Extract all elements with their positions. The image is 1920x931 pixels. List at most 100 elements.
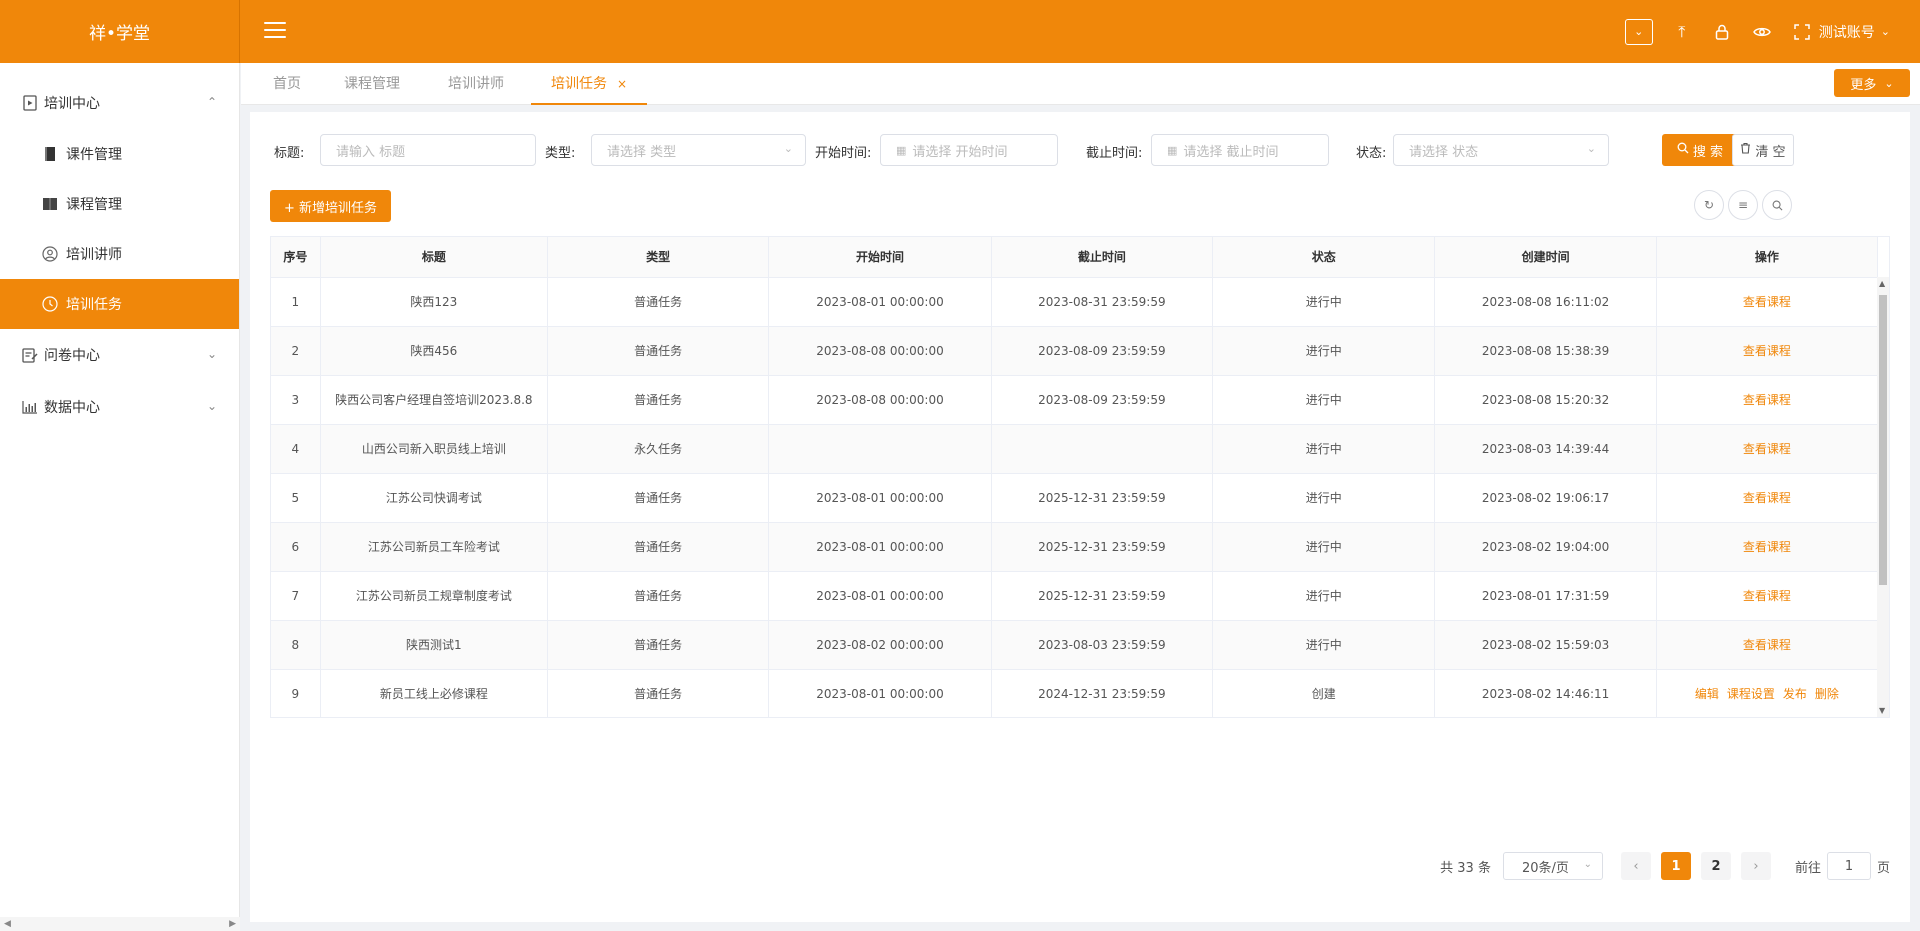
created-time: 2023-08-02 15:59:03 [1434,620,1657,670]
scroll-down-icon[interactable]: ▼ [1879,706,1885,715]
account-name: 测试账号 [1818,24,1875,41]
sidebar-group-label: 培训中心 [44,96,100,112]
view-course-link[interactable]: 查看课程 [1743,589,1791,603]
training-task-table: 序号 标题 类型 开始时间 截止时间 状态 创建时间 操作 1 陕西123 普通任务… [270,236,1890,718]
view-course-link[interactable]: 查看课程 [1743,393,1791,407]
row-number: 9 [271,669,321,717]
tab-label: 培训任务 [551,76,607,92]
course-settings-link[interactable]: 课程设置 [1727,685,1775,702]
publish-link[interactable]: 发布 [1783,685,1807,702]
column-header: 类型 [547,237,770,278]
type-select[interactable]: 请选择 类型 ⌄ [591,134,806,166]
edit-link[interactable]: 编辑 [1695,685,1719,702]
refresh-icon[interactable]: ↻ [1694,190,1724,220]
scroll-left-icon[interactable]: ◀ [4,919,11,929]
created-time: 2023-08-08 15:38:39 [1434,326,1657,376]
view-course-link[interactable]: 查看课程 [1743,540,1791,554]
scroll-right-icon[interactable]: ▶ [229,919,236,929]
view-course-link[interactable]: 查看课程 [1743,638,1791,652]
end-time: 2023-08-31 23:59:59 [991,277,1213,327]
task-status: 进行中 [1212,473,1436,523]
created-time: 2023-08-02 14:46:11 [1434,669,1657,717]
task-status: 进行中 [1212,620,1436,670]
tab-lecturer[interactable]: 培训讲师 [448,63,504,105]
tabs-bar: 首页 课程管理 培训讲师 培训任务 × 更多 ⌄ [241,63,1920,105]
table-row: 2 陕西456 普通任务 2023-08-08 00:00:00 2023-08-09 … [271,326,1879,376]
top-bar: 祥•学堂 ⌄ ⤒ 测试账号 ⌄ [0,0,1920,63]
page-size-value: 20条/页 [1521,860,1569,876]
row-actions: 查看课程 [1656,473,1879,523]
upload-icon[interactable]: ⤒ [1671,21,1693,43]
tab-training-task[interactable]: 培训任务 × [531,63,648,105]
prev-page-button[interactable]: ‹ [1620,852,1651,880]
app-logo: 祥•学堂 [0,0,240,63]
view-course-link[interactable]: 查看课程 [1743,295,1791,309]
sidebar-group-training[interactable]: 培训中心 ⌃ [0,77,239,129]
tab-home[interactable]: 首页 [273,63,301,105]
page-size-select[interactable]: 20条/页 ⌄ [1502,852,1603,880]
search-button[interactable]: 搜 索 [1662,134,1738,166]
sidebar-item-course[interactable]: 课程管理 [0,179,239,229]
end-time: 2025-12-31 23:59:59 [991,522,1213,572]
close-icon[interactable]: × [617,77,627,91]
fullscreen-icon[interactable] [1791,21,1813,43]
view-course-link[interactable]: 查看课程 [1743,344,1791,358]
end-time-picker[interactable]: ▦ 请选择 截止时间 [1151,134,1329,166]
title-input[interactable]: 请输入 标题 [320,134,536,166]
tab-course-management[interactable]: 课程管理 [344,63,400,105]
scrollbar-thumb[interactable] [1879,295,1887,585]
toggle-search-icon[interactable] [1762,190,1792,220]
sidebar-item-training-task[interactable]: 培训任务 [0,279,239,329]
row-actions: 编辑 课程设置 发布 删除 [1656,669,1879,717]
start-time: 2023-08-01 00:00:00 [768,473,992,523]
view-course-link[interactable]: 查看课程 [1743,442,1791,456]
column-header: 序号 [271,237,321,278]
book-icon [42,146,58,162]
table-row: 3 陕西公司客户经理自签培训2023.8.8 普通任务 2023-08-08 00:0… [271,375,1879,425]
sidebar-group-data[interactable]: 数据中心 ⌄ [0,381,239,433]
eye-icon[interactable] [1751,21,1773,43]
sidebar-scrollbar[interactable]: ◀ ▶ [0,917,240,931]
account-menu[interactable]: 测试账号 ⌄ [1791,21,1890,43]
sidebar-item-courseware[interactable]: 课件管理 [0,129,239,179]
chevron-down-icon[interactable]: ⌄ [1624,18,1653,45]
user-icon [42,246,58,262]
status-select[interactable]: 请选择 状态 ⌄ [1393,134,1609,166]
add-training-task-button[interactable]: + 新增培训任务 [270,190,391,222]
next-page-button[interactable]: › [1740,852,1771,880]
table-row: 6 江苏公司新员工车险考试 普通任务 2023-08-01 00:00:00 2025-… [271,522,1879,572]
column-header: 创建时间 [1434,237,1657,278]
title-label: 标题: [274,146,305,161]
sidebar-group-label: 数据中心 [44,400,100,416]
goto-page-input[interactable]: 1 [1826,852,1871,880]
table-scrollbar[interactable]: ▲ ▼ [1877,277,1889,717]
row-actions: 查看课程 [1656,375,1879,425]
sidebar-group-survey[interactable]: 问卷中心 ⌄ [0,329,239,381]
more-button[interactable]: 更多 ⌄ [1834,69,1910,97]
row-number: 1 [271,277,321,327]
table-row: 4 山西公司新入职员线上培训 永久任务 进行中 2023-08-03 14:39:44 查… [271,424,1879,474]
chevron-down-icon: ⌄ [1884,76,1894,90]
row-actions: 查看课程 [1656,277,1879,327]
page-button[interactable]: 1 [1660,852,1691,880]
column-settings-icon[interactable]: ≡ [1728,190,1758,220]
chevron-down-icon: ⌄ [206,399,217,413]
delete-link[interactable]: 删除 [1815,685,1839,702]
lock-icon[interactable] [1711,21,1733,43]
scroll-up-icon[interactable]: ▲ [1879,279,1885,288]
clock-icon [42,296,58,312]
table-row: 1 陕西123 普通任务 2023-08-01 00:00:00 2023-08-31 … [271,277,1879,327]
tab-label: 课程管理 [344,76,400,92]
view-course-link[interactable]: 查看课程 [1743,491,1791,505]
sidebar-item-lecturer[interactable]: 培训讲师 [0,229,239,279]
sidebar-item-label: 培训任务 [66,297,122,313]
page-button[interactable]: 2 [1700,852,1731,880]
type-label: 类型: [545,146,576,161]
task-title: 新员工线上必修课程 [320,669,549,717]
created-time: 2023-08-08 15:20:32 [1434,375,1657,425]
clear-button[interactable]: 清 空 [1732,134,1794,166]
tab-label: 首页 [273,76,301,92]
row-actions: 查看课程 [1656,620,1879,670]
start-time-picker[interactable]: ▦ 请选择 开始时间 [880,134,1058,166]
menu-toggle-icon[interactable] [264,22,286,40]
